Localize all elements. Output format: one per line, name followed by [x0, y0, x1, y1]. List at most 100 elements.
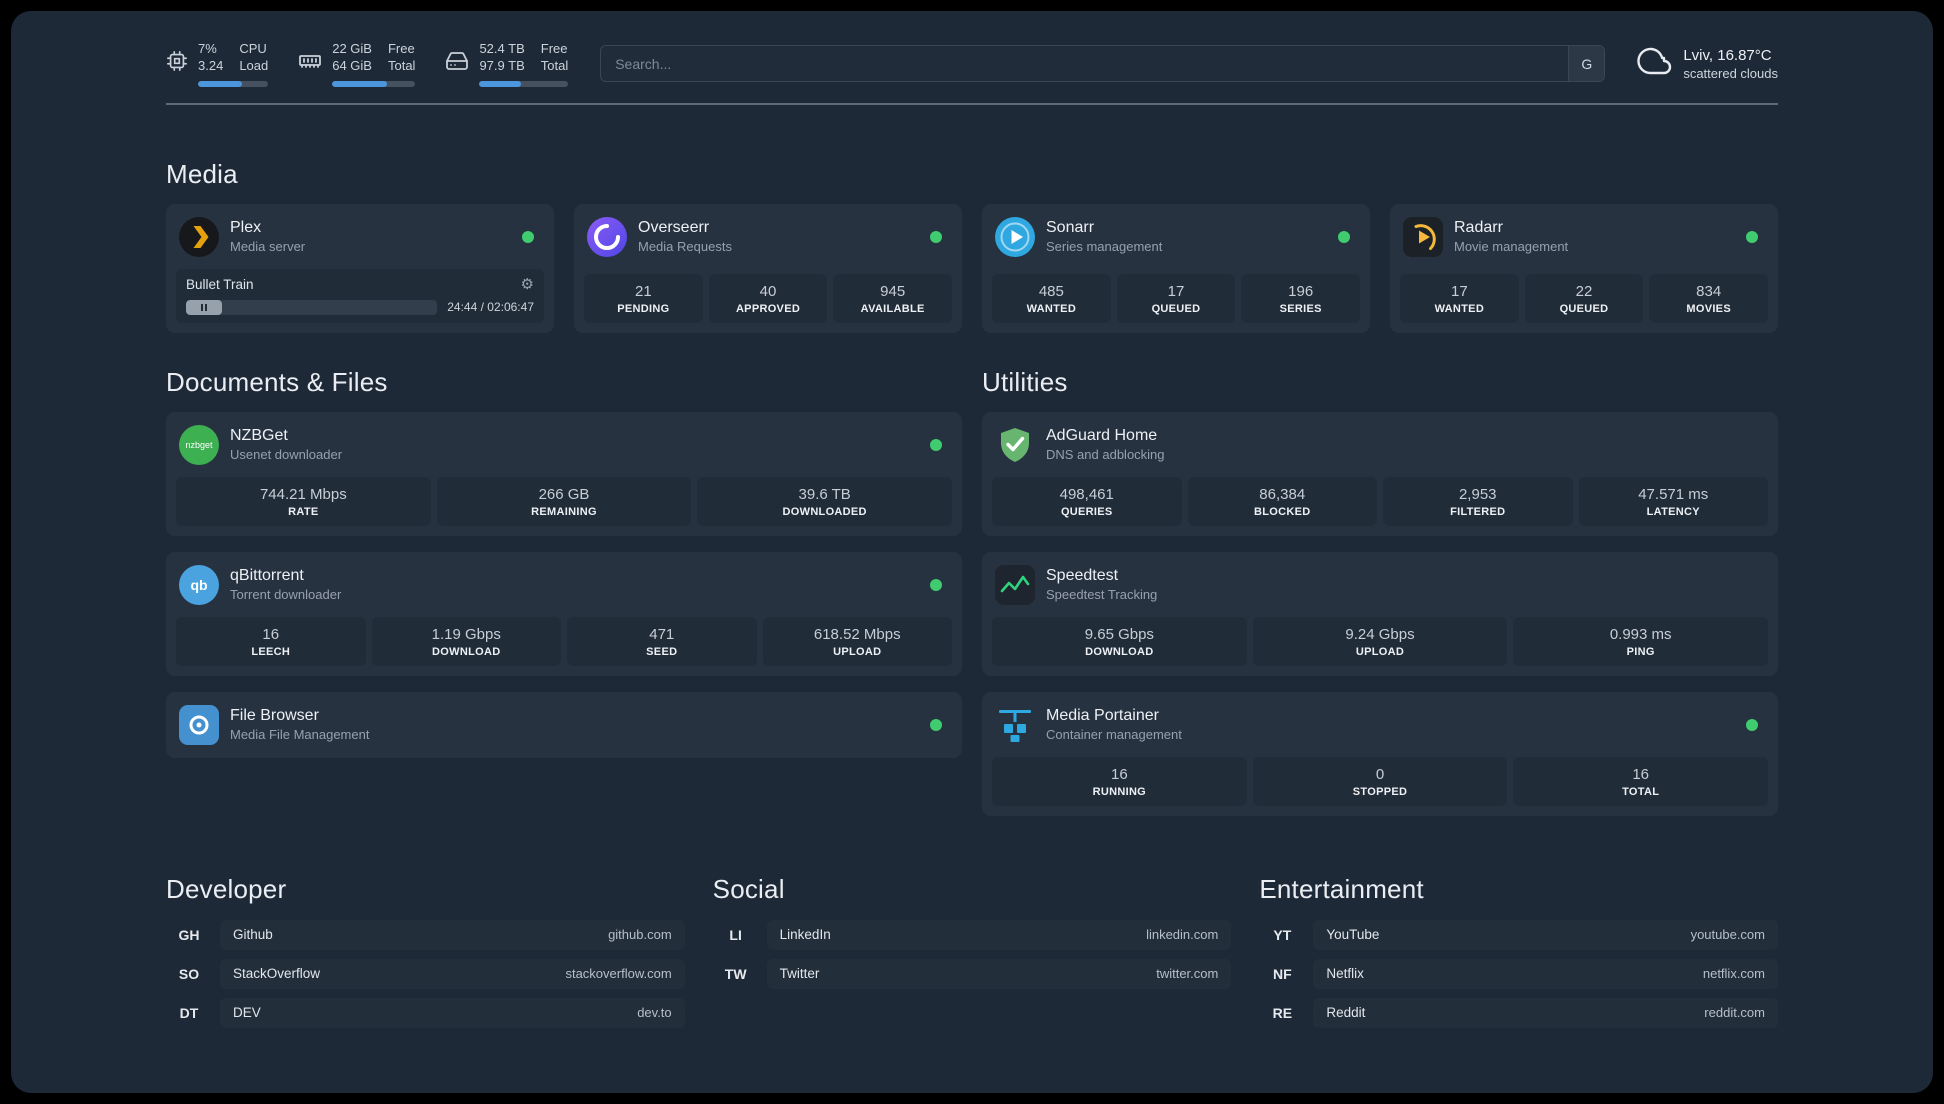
stat-stopped: 0 STOPPED [1252, 756, 1508, 806]
disk-free-label: Free [540, 41, 568, 56]
system-metrics: 7% 3.24 CPU Load 22 GiB 64 GiB Free Tota… [166, 41, 569, 87]
stat-download: 9.65 Gbps DOWNLOAD [992, 616, 1247, 666]
app-name: Speedtest [1046, 567, 1119, 584]
disk-free-value: 52.4 TB [479, 41, 525, 56]
app-name: Radarr [1454, 219, 1503, 236]
app-card-portainer[interactable]: Media Portainer Container management 16 … [982, 691, 1778, 816]
section-title-utilities: Utilities [982, 366, 1068, 397]
stat-available: 945 AVAILABLE [833, 273, 953, 323]
cpu-percent: 7% [198, 41, 217, 56]
speedtest-icon [995, 564, 1035, 605]
cpu-icon [166, 50, 188, 77]
radarr-icon [1403, 216, 1443, 257]
link-netflix[interactable]: NF Netflix netflix.com [1259, 958, 1778, 989]
filebrowser-icon [179, 704, 219, 745]
stat-upload: 9.24 Gbps UPLOAD [1252, 616, 1508, 666]
stat-wanted: 17 WANTED [1400, 273, 1519, 323]
plex-now-playing: Bullet Train ⚙ 24:44 / 02:06:47 [176, 268, 544, 323]
app-card-overseerr[interactable]: Overseerr Media Requests 21 PENDING 40 A… [574, 203, 962, 333]
svg-text:nzbget: nzbget [185, 440, 213, 450]
cpu-progress-bar [198, 80, 269, 87]
stat-total: 16 TOTAL [1513, 756, 1769, 806]
entertainment-links: Entertainment YT YouTube youtube.com NF … [1259, 874, 1778, 1028]
adguard-icon [995, 425, 1035, 465]
disk-widget: 52.4 TB 97.9 TB Free Total [445, 41, 569, 87]
disk-icon [445, 49, 469, 78]
linkedin-abbr-icon: LI [729, 926, 742, 943]
link-twitter[interactable]: TW Twitter twitter.com [713, 958, 1232, 989]
stat-download: 1.19 Gbps DOWNLOAD [371, 616, 561, 666]
disk-progress-bar [479, 80, 569, 87]
ram-free-value: 22 GiB [332, 41, 372, 56]
status-dot [1746, 230, 1758, 243]
app-name: NZBGet [230, 427, 288, 444]
cpu-label: CPU [239, 41, 267, 56]
app-card-plex[interactable]: Plex Media server Bullet Train ⚙ 24:44 /… [166, 203, 554, 333]
cpu-widget: 7% 3.24 CPU Load [166, 41, 269, 87]
section-title-media: Media [166, 158, 238, 189]
ram-free-label: Free [387, 41, 415, 56]
topbar-divider [166, 102, 1778, 105]
link-stackoverflow[interactable]: SO StackOverflow stackoverflow.com [166, 958, 685, 989]
ram-total-label: Total [387, 58, 416, 74]
status-dot [1338, 230, 1350, 243]
app-subtitle: DNS and adblocking [1046, 447, 1165, 462]
portainer-icon [995, 705, 1035, 745]
stat-blocked: 86,384 BLOCKED [1187, 476, 1377, 526]
pause-icon[interactable] [186, 299, 222, 315]
status-dot [930, 578, 942, 591]
app-card-radarr[interactable]: Radarr Movie management 17 WANTED 22 QUE… [1390, 203, 1778, 333]
section-title-documents: Documents & Files [166, 366, 388, 397]
app-card-filebrowser[interactable]: File Browser Media File Management [166, 691, 962, 758]
app-name: Media Portainer [1046, 707, 1159, 724]
search-input[interactable] [600, 45, 1606, 83]
app-subtitle: Speedtest Tracking [1046, 587, 1158, 602]
playback-time: 24:44 / 02:06:47 [447, 300, 534, 314]
playback-progress-bar[interactable] [186, 299, 438, 315]
github-abbr-icon: GH [178, 926, 200, 943]
link-github[interactable]: GH Github github.com [166, 919, 685, 950]
stat-approved: 40 APPROVED [708, 273, 828, 323]
overseerr-icon [587, 216, 627, 257]
app-card-nzbget[interactable]: nzbget NZBGet Usenet downloader 744.21 M… [166, 411, 962, 536]
ram-progress-bar [332, 80, 416, 87]
youtube-abbr-icon: YT [1273, 926, 1292, 943]
section-title-social: Social [712, 873, 785, 904]
link-reddit[interactable]: RE Reddit reddit.com [1259, 997, 1778, 1028]
status-dot [522, 230, 534, 243]
ram-total-value: 64 GiB [332, 58, 372, 74]
stat-queries: 498,461 QUERIES [992, 476, 1182, 526]
netflix-abbr-icon: NF [1272, 965, 1292, 982]
link-youtube[interactable]: YT YouTube youtube.com [1259, 919, 1778, 950]
status-dot [1746, 718, 1758, 731]
app-subtitle: Usenet downloader [230, 447, 343, 462]
stat-series: 196 SERIES [1241, 273, 1361, 323]
settings-gear-icon[interactable]: ⚙ [521, 277, 534, 292]
weather-location: Lviv, 16.87°C [1683, 46, 1772, 64]
cpu-load-value: 3.24 [198, 58, 224, 74]
app-card-adguard[interactable]: AdGuard Home DNS and adblocking 498,461 … [982, 411, 1778, 536]
weather-widget: Lviv, 16.87°C scattered clouds [1637, 43, 1778, 84]
section-title-entertainment: Entertainment [1259, 873, 1424, 904]
dev-abbr-icon: DT [179, 1004, 199, 1021]
ram-icon [298, 49, 322, 78]
app-name: File Browser [230, 707, 319, 724]
plex-icon [179, 216, 219, 257]
status-dot [930, 438, 942, 451]
app-card-speedtest[interactable]: Speedtest Speedtest Tracking 9.65 Gbps D… [982, 551, 1778, 676]
search-engine-button[interactable]: G [1568, 46, 1605, 82]
link-linkedin[interactable]: LI LinkedIn linkedin.com [713, 919, 1232, 950]
app-subtitle: Media Requests [638, 239, 732, 254]
stat-filtered: 2,953 FILTERED [1383, 476, 1573, 526]
stat-ping: 0.993 ms PING [1513, 616, 1769, 666]
app-subtitle: Media File Management [230, 727, 370, 742]
section-title-developer: Developer [166, 873, 287, 904]
app-card-qbittorrent[interactable]: qb qBittorrent Torrent downloader 16 LEE… [166, 551, 962, 676]
app-card-sonarr[interactable]: Sonarr Series management 485 WANTED 17 Q… [982, 203, 1370, 333]
top-bar: 7% 3.24 CPU Load 22 GiB 64 GiB Free Tota… [166, 41, 1778, 87]
twitter-abbr-icon: TW [724, 965, 747, 982]
link-dev[interactable]: DT DEV dev.to [166, 997, 685, 1028]
now-playing-title: Bullet Train [186, 276, 254, 292]
stat-movies: 834 MOVIES [1649, 273, 1769, 323]
stat-upload: 618.52 Mbps UPLOAD [762, 616, 952, 666]
